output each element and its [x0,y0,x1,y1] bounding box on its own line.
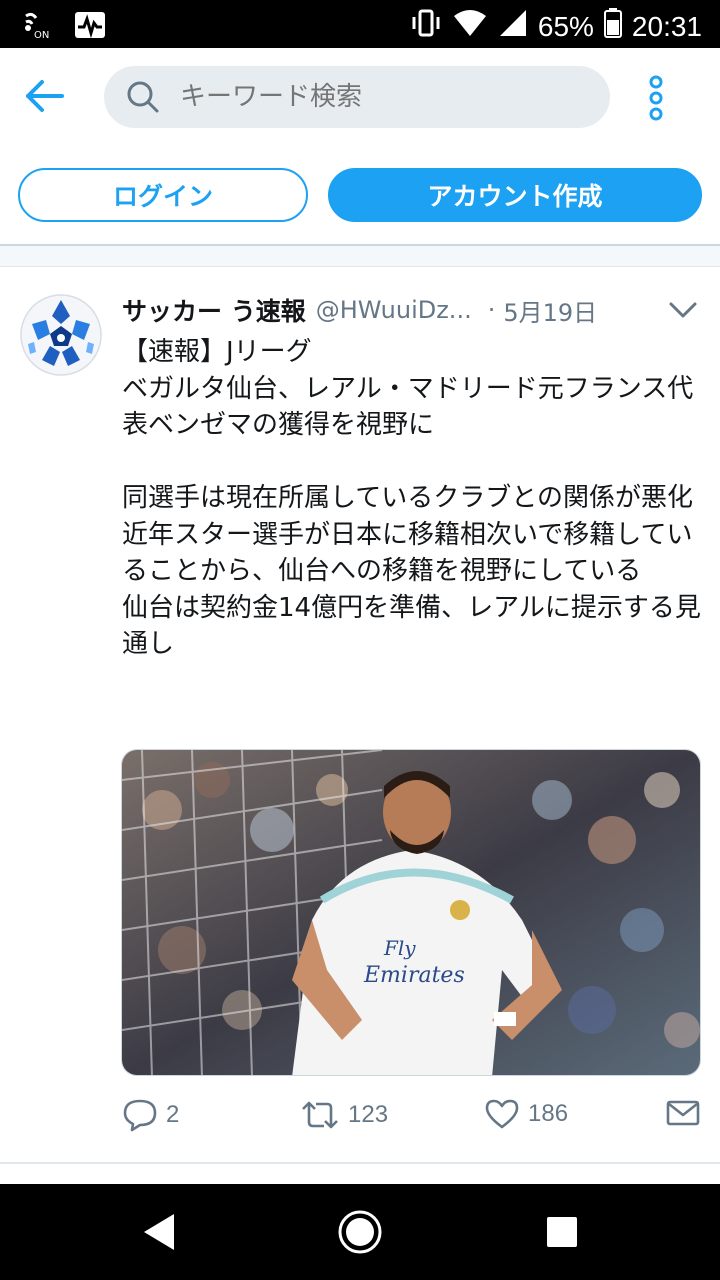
search-bar[interactable] [104,66,610,128]
battery-icon [603,8,622,45]
vertical-dots-icon [649,75,663,121]
retweet-icon [302,1101,338,1129]
clock: 20:31 [631,10,702,42]
section-gap [0,246,720,266]
avatar[interactable] [20,294,102,376]
signal-icon [498,8,528,45]
back-triangle-icon [144,1214,174,1250]
back-button[interactable] [18,70,70,122]
vibrate-icon [410,8,442,45]
back-nav-button[interactable] [136,1208,184,1256]
reply-count: 2 [166,1101,180,1128]
tweet-date[interactable]: 5月19日 [503,293,597,328]
system-nav-bar [0,1184,720,1280]
reply-button[interactable]: 2 [122,1098,179,1132]
share-button[interactable] [666,1098,700,1128]
player-photo: Fly Emirates [122,750,700,1075]
retweet-button[interactable]: 123 [300,1098,388,1132]
search-input[interactable] [180,66,600,128]
recents-nav-button[interactable] [538,1208,586,1256]
divider [0,1162,720,1164]
svg-text:Fly: Fly [383,936,416,960]
back-arrow-icon [26,80,64,112]
heart-icon [485,1099,519,1129]
battery-percent: 65% [537,10,594,42]
tweet-menu-button[interactable] [668,300,698,320]
separator-dot: · [487,296,496,324]
tweet-actions: 2 123 186 [0,1090,720,1140]
author-name[interactable]: サッカー う速報 [122,292,306,328]
create-account-button[interactable]: アカウント作成 [328,168,702,222]
nfc-icon: ON [22,10,56,44]
home-circle-icon [338,1210,382,1254]
author-handle[interactable]: @HWuuiDz... [316,296,472,324]
svg-text:Emirates: Emirates [363,963,465,988]
login-button[interactable]: ログイン [18,168,308,222]
reply-icon [123,1099,157,1132]
app-bar [0,48,720,148]
wifi-icon [452,8,488,45]
chevron-down-icon [669,302,697,318]
activity-icon [74,11,106,43]
search-icon [127,81,159,113]
retweet-count: 123 [348,1101,389,1128]
like-count: 186 [528,1100,569,1127]
like-button[interactable]: 186 [484,1098,568,1130]
mail-icon [666,1100,700,1126]
divider [0,266,720,267]
tweet-header: サッカー う速報 @HWuuiDz... · 5月19日 [122,290,702,330]
tweet-photo[interactable]: Fly Emirates [121,749,701,1076]
soccer-ball-icon [20,294,102,376]
svg-text:ON: ON [34,30,49,40]
recents-square-icon [547,1217,577,1247]
more-options-button[interactable] [640,72,672,124]
tweet-body: 【速報】Jリーグ ベガルタ仙台、レアル・マドリード元フランス代表ベンゼマの獲得を… [122,337,701,659]
status-bar: ON 65% 20:31 [0,0,720,48]
home-nav-button[interactable] [336,1208,384,1256]
